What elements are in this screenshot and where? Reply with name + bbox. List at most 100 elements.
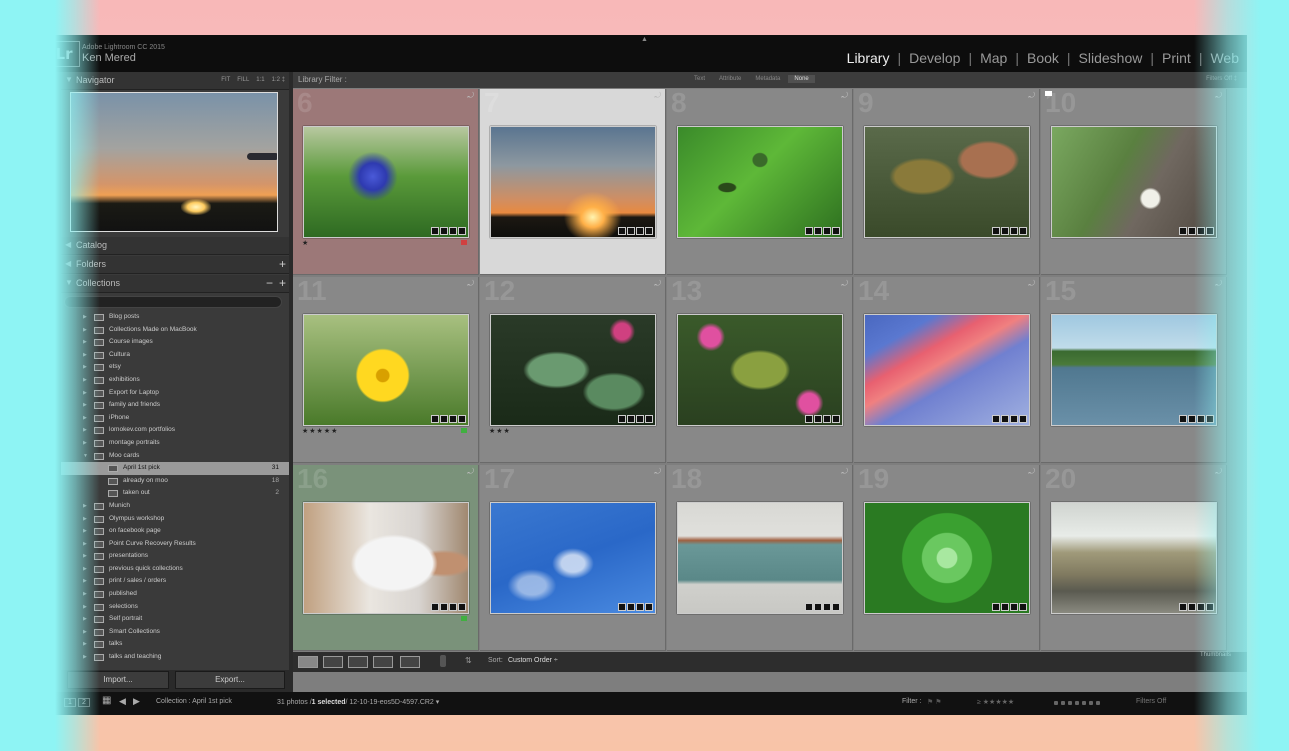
- keyword-badge-icon[interactable]: [431, 227, 439, 235]
- snail-photo[interactable]: [1051, 126, 1217, 238]
- grid-cell[interactable]: 16 ⤾: [293, 463, 479, 651]
- disclosure-triangle-icon[interactable]: ▶: [83, 513, 87, 526]
- disclosure-triangle-icon[interactable]: ▶: [83, 336, 87, 349]
- people-view-icon[interactable]: [400, 656, 420, 668]
- disclosure-triangle-icon[interactable]: ▶: [83, 550, 87, 563]
- cornflower-photo[interactable]: [303, 126, 469, 238]
- navigator-preview[interactable]: [70, 92, 278, 232]
- tin-photo[interactable]: [677, 502, 843, 614]
- keyword-badge-icon[interactable]: [1179, 227, 1187, 235]
- disclosure-triangle-icon[interactable]: ▶: [83, 399, 87, 412]
- collection-item[interactable]: ▶ montage portraits: [61, 437, 289, 450]
- collection-item[interactable]: ▶ published: [61, 588, 289, 601]
- collection-badge-icon[interactable]: [823, 415, 831, 423]
- collection-badge-icon[interactable]: [1010, 603, 1018, 611]
- add-folder-icon[interactable]: +: [279, 257, 286, 271]
- succulent-photo[interactable]: [864, 502, 1030, 614]
- zoom-option[interactable]: 1:1: [256, 77, 264, 83]
- disclosure-triangle-icon[interactable]: ▶: [83, 500, 87, 513]
- keyword-badge-icon[interactable]: [618, 415, 626, 423]
- collection-item[interactable]: ▶ Course images: [61, 336, 289, 349]
- sofa-photo[interactable]: [1051, 502, 1217, 614]
- collection-badge-icon[interactable]: [636, 603, 644, 611]
- daisy-photo[interactable]: [303, 314, 469, 426]
- develop-badge-icon[interactable]: [645, 415, 653, 423]
- rotate-icon[interactable]: ⤾: [841, 467, 848, 477]
- grid-cell[interactable]: 13 ⤾: [667, 275, 853, 463]
- color-filter-swatches[interactable]: [1054, 701, 1100, 705]
- color-label[interactable]: [461, 240, 467, 245]
- import-button[interactable]: Import...: [67, 671, 169, 689]
- collection-item[interactable]: ▶ April 1st pick 31: [61, 462, 289, 475]
- collection-item[interactable]: ▶ presentations: [61, 550, 289, 563]
- remove-collection-icon[interactable]: −: [266, 276, 273, 290]
- collection-badge-icon[interactable]: [636, 227, 644, 235]
- grid-cell[interactable]: 18 ⤾: [667, 463, 853, 651]
- collection-item[interactable]: ▶ previous quick collections: [61, 563, 289, 576]
- collapse-top-panel-icon[interactable]: ▲: [641, 36, 648, 43]
- disclosure-triangle-icon[interactable]: ▶: [83, 525, 87, 538]
- grid-view-icon[interactable]: [298, 656, 318, 668]
- disclosure-triangle-icon[interactable]: ▶: [97, 462, 101, 475]
- comment-badge-icon[interactable]: [440, 227, 448, 235]
- filters-off-select[interactable]: Filters Off: [1136, 698, 1166, 705]
- add-collection-icon[interactable]: +: [279, 276, 286, 290]
- develop-badge-icon[interactable]: [1019, 415, 1027, 423]
- develop-badge-icon[interactable]: [1019, 603, 1027, 611]
- collection-badge-icon[interactable]: [636, 415, 644, 423]
- collection-item[interactable]: ▶ Olympus workshop: [61, 513, 289, 526]
- rotate-icon[interactable]: ⤾: [1215, 467, 1222, 477]
- star-rating[interactable]: ★: [302, 239, 309, 247]
- color-label[interactable]: [461, 428, 467, 433]
- star-rating[interactable]: ★★★★★: [302, 427, 338, 435]
- collection-item[interactable]: ▶ Self portrait: [61, 613, 289, 626]
- grid-cell[interactable]: 9 ⤾: [854, 87, 1040, 275]
- catalog-header[interactable]: ◀ Catalog: [61, 237, 289, 255]
- comment-badge-icon[interactable]: [1188, 603, 1196, 611]
- grid-cell[interactable]: 14 ⤾: [854, 275, 1040, 463]
- collection-item[interactable]: ▶ Collections Made on MacBook: [61, 324, 289, 337]
- rotate-icon[interactable]: ⤾: [841, 279, 848, 289]
- comment-badge-icon[interactable]: [1188, 415, 1196, 423]
- collection-item[interactable]: ▶ talks: [61, 638, 289, 651]
- grid-mode-icon[interactable]: ▦: [102, 695, 111, 706]
- rotate-icon[interactable]: ⤾: [467, 467, 474, 477]
- rotate-icon[interactable]: ⤾: [467, 91, 474, 101]
- comment-badge-icon[interactable]: [1001, 603, 1009, 611]
- develop-badge-icon[interactable]: [458, 415, 466, 423]
- collection-item[interactable]: ▶ Export for Laptop: [61, 387, 289, 400]
- disclosure-triangle-icon[interactable]: ▶: [83, 601, 87, 614]
- collection-badge-icon[interactable]: [449, 603, 457, 611]
- collection-item[interactable]: ▶ iPhone: [61, 412, 289, 425]
- blue-sky-photo[interactable]: [490, 502, 656, 614]
- comment-badge-icon[interactable]: [627, 603, 635, 611]
- collection-item[interactable]: ▶ exhibitions: [61, 374, 289, 387]
- develop-badge-icon[interactable]: [458, 603, 466, 611]
- back-arrow-icon[interactable]: ◀: [119, 696, 126, 707]
- rotate-icon[interactable]: ⤾: [1215, 91, 1222, 101]
- sort-order-dropdown[interactable]: Custom Order ÷: [508, 657, 558, 664]
- disclosure-triangle-icon[interactable]: ▶: [83, 361, 87, 374]
- collection-item[interactable]: ▶ lomokev.com portfolios: [61, 424, 289, 437]
- collection-badge-icon[interactable]: [1197, 603, 1205, 611]
- keyword-badge-icon[interactable]: [992, 227, 1000, 235]
- develop-badge-icon[interactable]: [1206, 227, 1214, 235]
- disclosure-triangle-icon[interactable]: ▶: [83, 424, 87, 437]
- filters-off-dropdown[interactable]: Filters Off ‡: [1206, 76, 1237, 82]
- collection-item[interactable]: taken out 2: [61, 487, 289, 500]
- rotate-icon[interactable]: ⤾: [1028, 279, 1035, 289]
- rotate-icon[interactable]: ⤾: [1028, 467, 1035, 477]
- comment-badge-icon[interactable]: [627, 415, 635, 423]
- collection-badge-icon[interactable]: [1010, 415, 1018, 423]
- disclosure-triangle-icon[interactable]: ▶: [83, 324, 87, 337]
- filter-tab-text[interactable]: Text: [688, 75, 711, 83]
- collection-item[interactable]: already on moo 18: [61, 475, 289, 488]
- sort-direction-icon[interactable]: ⇅: [465, 656, 472, 665]
- disclosure-triangle-icon[interactable]: ▶: [83, 437, 87, 450]
- keyword-badge-icon[interactable]: [618, 227, 626, 235]
- module-library[interactable]: Library: [839, 50, 898, 66]
- buds-photo[interactable]: [677, 314, 843, 426]
- disclosure-triangle-icon[interactable]: ▶: [83, 575, 87, 588]
- collection-badge-icon[interactable]: [1197, 415, 1205, 423]
- sunset-photo[interactable]: [490, 126, 656, 238]
